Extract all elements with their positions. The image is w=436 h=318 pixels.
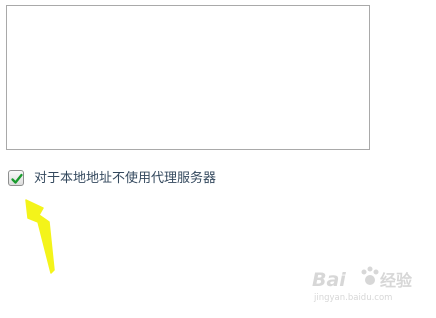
svg-text:jingyan.baidu.com: jingyan.baidu.com xyxy=(313,293,392,303)
baidu-watermark-icon: Bai 经验 jingyan.baidu.com xyxy=(312,266,413,303)
svg-text:经验: 经验 xyxy=(380,271,413,290)
svg-text:Bai: Bai xyxy=(312,269,346,291)
